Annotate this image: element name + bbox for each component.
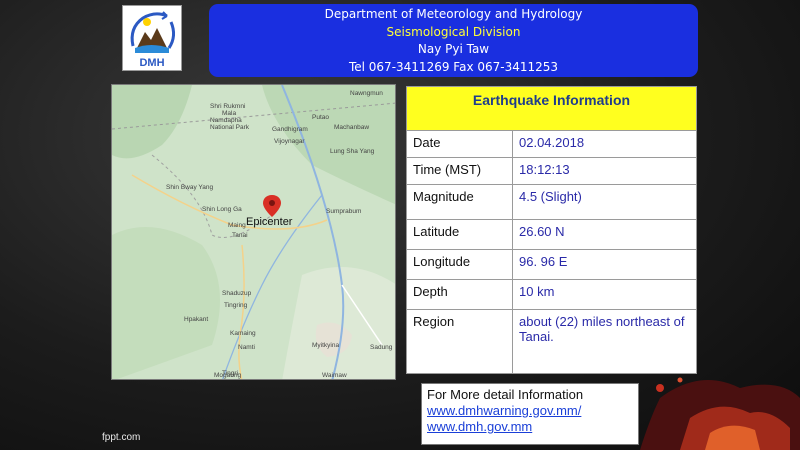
table-row: Magnitude 4.5 (Slight) (406, 184, 697, 220)
row-value: 02.04.2018 (512, 130, 697, 158)
place-label: Tanai (232, 232, 248, 239)
place-label: Putao (312, 114, 329, 121)
dmh-link[interactable]: www.dmh.gov.mm (427, 419, 633, 435)
place-label: Namdapha (210, 117, 242, 124)
city-name: Nay Pyi Taw (417, 42, 490, 56)
place-label: Mala (222, 110, 236, 117)
header-banner: Department of Meteorology and Hydrology … (209, 4, 698, 77)
logo-text: DMH (139, 57, 164, 69)
dmh-logo: DMH (122, 5, 182, 71)
row-label: Date (406, 130, 513, 158)
place-label: Sadung (370, 344, 393, 351)
lava-decoration (640, 377, 800, 450)
map-terrain: Shri Rukmni Mala Namdapha National Park … (112, 85, 395, 379)
department-name: Department of Meteorology and Hydrology (324, 7, 583, 21)
row-value: 26.60 N (512, 219, 697, 250)
place-label: Namti (238, 344, 255, 351)
row-label: Magnitude (406, 184, 513, 220)
place-label: Lung Sha Yang (330, 148, 375, 155)
earthquake-info-table: Earthquake Information Date 02.04.2018 T… (406, 86, 697, 374)
place-label: Maing (228, 222, 246, 229)
place-label: Kamaing (230, 330, 256, 337)
table-row: Longitude 96. 96 E (406, 249, 697, 280)
detail-info-box: For More detail Information www.dmhwarni… (421, 383, 639, 445)
dmh-emblem-icon: DMH (130, 11, 176, 69)
row-value: 4.5 (Slight) (512, 184, 697, 220)
row-value: 10 km (512, 279, 697, 310)
detail-title: For More detail Information (427, 387, 584, 402)
row-label: Time (MST) (406, 157, 513, 185)
place-label: Tingring (224, 302, 248, 309)
table-title-row: Earthquake Information (406, 86, 697, 131)
table-row: Date 02.04.2018 (406, 130, 697, 158)
epicenter-map: Shri Rukmni Mala Namdapha National Park … (111, 84, 396, 380)
place-label: National Park (210, 124, 250, 131)
place-label: Waimaw (322, 372, 347, 379)
place-label: Vijoynagar (274, 138, 305, 145)
row-label: Region (406, 309, 513, 374)
place-label: Myitkyina (312, 342, 339, 349)
row-value: 18:12:13 (512, 157, 697, 185)
place-label: Hpakant (184, 316, 208, 323)
table-title: Earthquake Information (406, 86, 697, 131)
table-row: Latitude 26.60 N (406, 219, 697, 250)
place-label: Shin Bway Yang (166, 184, 213, 191)
place-label: Machanbaw (334, 124, 369, 131)
place-label: Tingri (222, 370, 238, 377)
place-label: Sumprabum (326, 208, 361, 215)
division-name: Seismological Division (386, 24, 521, 39)
table-row: Depth 10 km (406, 279, 697, 310)
footer-credit: fppt.com (102, 432, 141, 443)
table-row: Time (MST) 18:12:13 (406, 157, 697, 185)
row-label: Longitude (406, 249, 513, 280)
contact-info: Tel 067-3411269 Fax 067-3411253 (348, 59, 559, 74)
place-label: Shri Rukmni (210, 103, 245, 110)
place-label: Shin Long Ga (202, 206, 242, 213)
dmhwarning-link[interactable]: www.dmhwarning.gov.mm/ (427, 403, 633, 419)
place-label: Nawngmun (350, 90, 383, 97)
epicenter-label: Epicenter (246, 216, 293, 228)
row-value: 96. 96 E (512, 249, 697, 280)
place-label: Gandhigram (272, 126, 308, 133)
row-label: Latitude (406, 219, 513, 250)
place-label: Shaduzup (222, 290, 252, 297)
row-label: Depth (406, 279, 513, 310)
